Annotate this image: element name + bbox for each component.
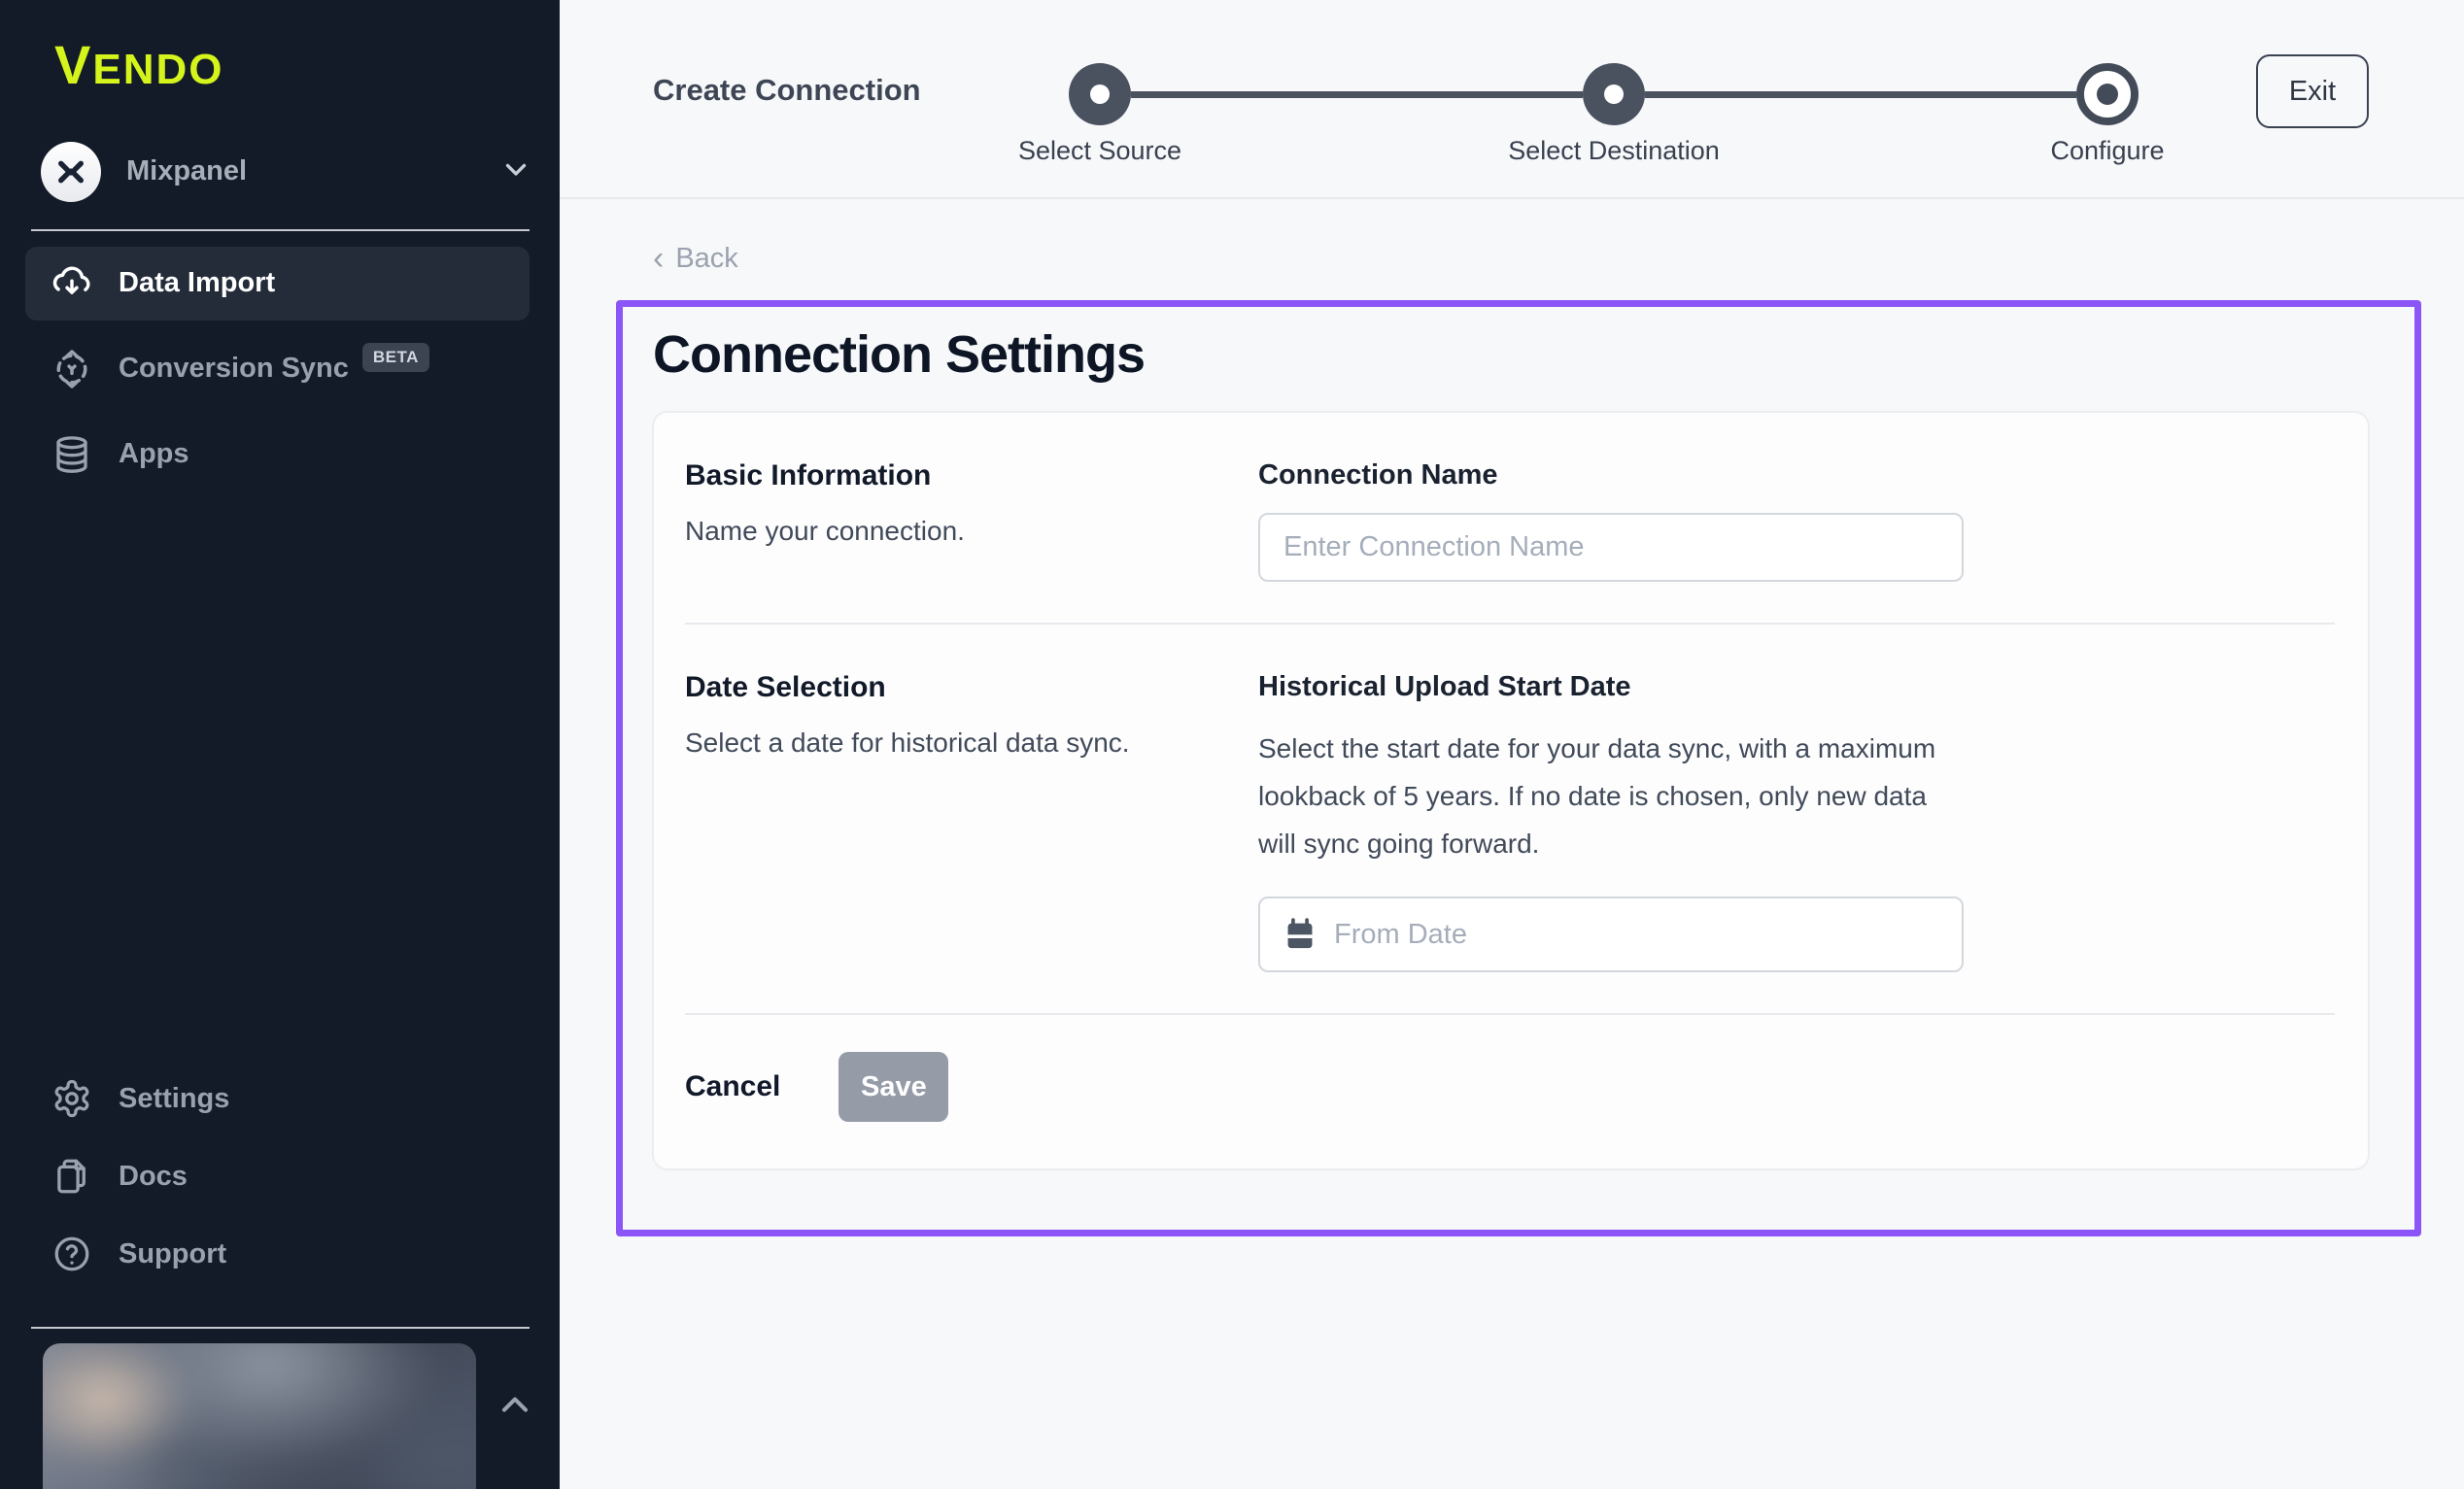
sidebar-item-apps[interactable]: Apps <box>25 418 530 491</box>
sidebar-divider <box>31 229 530 231</box>
save-button[interactable]: Save <box>838 1052 948 1122</box>
calendar-icon <box>1283 918 1317 951</box>
date-selection-section: Date Selection Select a date for histori… <box>654 625 2368 1013</box>
main-content: Create Connection Select Source Select D… <box>560 0 2464 1489</box>
sidebar: VENDO Mixpanel <box>0 0 560 1489</box>
step-label-select-source: Select Source <box>935 136 1265 166</box>
step-label-select-destination: Select Destination <box>1449 136 1779 166</box>
sidebar-item-conversion-sync[interactable]: Conversion Sync BETA <box>25 332 530 406</box>
basic-information-section: Basic Information Name your connection. … <box>654 413 2368 623</box>
step-select-source-indicator <box>1069 63 1131 125</box>
back-label: Back <box>675 243 737 275</box>
chevron-up-icon[interactable] <box>494 1384 536 1432</box>
sidebar-item-label: Apps <box>119 438 189 470</box>
connection-settings-panel: Connection Settings Basic Information Na… <box>616 300 2421 1236</box>
mixpanel-avatar <box>41 142 101 202</box>
connection-name-field-wrap <box>1258 513 1964 582</box>
wizard-header: Create Connection Select Source Select D… <box>560 0 2464 199</box>
sidebar-item-settings[interactable]: Settings <box>25 1066 530 1131</box>
user-area <box>43 1343 560 1489</box>
page-title: Connection Settings <box>653 324 2414 385</box>
sidebar-nav: Data Import Conversion Sync BETA <box>0 247 560 503</box>
section-description: Select a date for historical data sync. <box>685 728 1258 759</box>
cloud-download-icon <box>51 262 93 305</box>
help-icon <box>51 1233 93 1275</box>
sidebar-item-label: Settings <box>119 1083 229 1115</box>
start-date-help-text: Select the start date for your data sync… <box>1258 725 1938 867</box>
from-date-input[interactable] <box>1334 919 1938 951</box>
sidebar-item-label: Docs <box>119 1161 188 1193</box>
connection-name-input[interactable] <box>1283 531 1938 563</box>
section-heading: Basic Information <box>685 459 1258 492</box>
sync-arrows-icon <box>51 348 93 390</box>
vendo-logo: VENDO <box>54 35 560 95</box>
app-window: VENDO Mixpanel <box>0 0 2464 1489</box>
step-connector <box>1645 91 2076 98</box>
sidebar-item-data-import[interactable]: Data Import <box>25 247 530 321</box>
cancel-button[interactable]: Cancel <box>685 1070 780 1103</box>
user-profile-card[interactable] <box>43 1343 476 1489</box>
section-description: Name your connection. <box>685 516 1258 547</box>
sidebar-footer-nav: Settings Docs <box>0 1066 560 1300</box>
sidebar-item-label: Data Import <box>119 267 275 299</box>
section-heading: Date Selection <box>685 671 1258 704</box>
wizard-title: Create Connection <box>653 73 921 108</box>
step-label-configure: Configure <box>1942 136 2273 166</box>
sidebar-item-label: Support <box>119 1238 226 1270</box>
beta-badge: BETA <box>362 343 429 372</box>
start-date-label: Historical Upload Start Date <box>1258 671 2335 703</box>
chevron-down-icon <box>499 152 532 190</box>
step-configure-indicator <box>2076 63 2139 125</box>
chevron-left-icon: ‹ <box>653 242 664 275</box>
workspace-name: Mixpanel <box>126 155 499 187</box>
sidebar-item-label: Conversion Sync <box>119 353 349 385</box>
blurred-user-info <box>43 1343 476 1489</box>
sidebar-item-docs[interactable]: Docs <box>25 1144 530 1208</box>
step-connector <box>1131 91 1583 98</box>
step-select-destination-indicator <box>1583 63 1645 125</box>
sidebar-divider <box>31 1327 530 1329</box>
form-actions: Cancel Save <box>654 1015 2368 1168</box>
docs-icon <box>51 1155 93 1198</box>
from-date-field-wrap <box>1258 897 1964 972</box>
back-link[interactable]: ‹ Back <box>653 242 738 275</box>
mixpanel-logo-icon <box>52 153 89 190</box>
sidebar-spacer <box>0 503 560 1051</box>
settings-card: Basic Information Name your connection. … <box>652 411 2370 1170</box>
connection-name-label: Connection Name <box>1258 459 2335 491</box>
gear-icon <box>51 1077 93 1120</box>
exit-button[interactable]: Exit <box>2256 54 2369 128</box>
database-icon <box>51 433 93 476</box>
sidebar-item-support[interactable]: Support <box>25 1222 530 1286</box>
workspace-switcher[interactable]: Mixpanel <box>41 140 532 204</box>
